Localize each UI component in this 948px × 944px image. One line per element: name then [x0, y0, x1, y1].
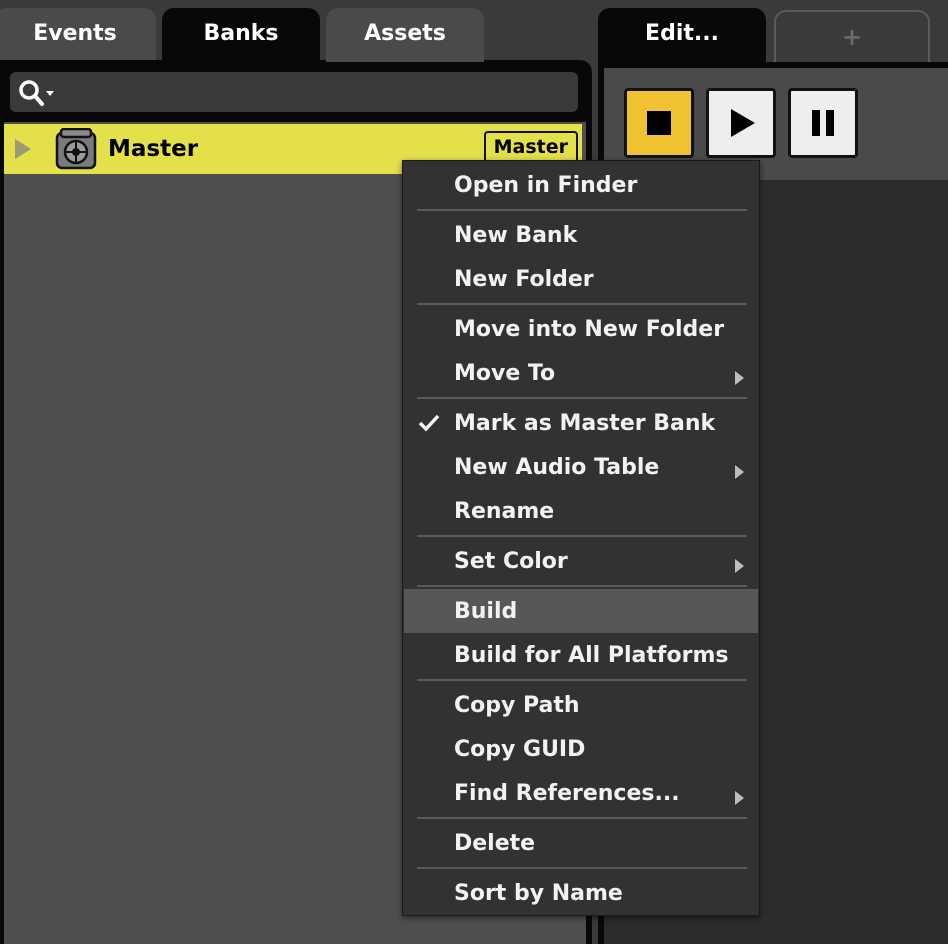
- pause-icon: [812, 110, 834, 136]
- submenu-arrow-icon: [735, 460, 744, 479]
- tab-editor[interactable]: Edit...: [598, 8, 766, 64]
- menu-item-copy-guid[interactable]: Copy GUID: [404, 727, 758, 771]
- menu-item-delete[interactable]: Delete: [404, 821, 758, 865]
- menu-item-label: Set Color: [454, 548, 568, 574]
- menu-item-label: Mark as Master Bank: [454, 410, 716, 436]
- menu-item-sort-by-name[interactable]: Sort by Name: [404, 871, 758, 915]
- submenu-arrow-icon: [735, 554, 744, 573]
- tab-assets[interactable]: Assets: [326, 8, 484, 62]
- menu-item-find-references[interactable]: Find References...: [404, 771, 758, 815]
- menu-item-new-folder[interactable]: New Folder: [404, 257, 758, 301]
- play-button[interactable]: [706, 88, 776, 158]
- search-icon[interactable]: [16, 78, 62, 108]
- menu-separator: [417, 535, 747, 537]
- bank-icon: [54, 127, 98, 170]
- stop-icon: [647, 111, 671, 135]
- menu-item-copy-path[interactable]: Copy Path: [404, 683, 758, 727]
- menu-separator: [417, 397, 747, 399]
- menu-separator: [417, 867, 747, 869]
- menu-item-label: New Audio Table: [454, 454, 660, 480]
- checkmark-icon: [418, 413, 440, 433]
- stop-button[interactable]: [624, 88, 694, 158]
- menu-item-set-color[interactable]: Set Color: [404, 539, 758, 583]
- menu-item-label: Move To: [454, 360, 556, 386]
- tab-events[interactable]: Events: [0, 8, 156, 62]
- menu-item-open-in-finder[interactable]: Open in Finder: [404, 163, 758, 207]
- menu-item-move-into-new-folder[interactable]: Move into New Folder: [404, 307, 758, 351]
- menu-item-build[interactable]: Build: [404, 589, 758, 633]
- master-bank-badge: Master: [483, 131, 578, 163]
- menu-separator: [417, 303, 747, 305]
- search-input[interactable]: [10, 72, 578, 112]
- menu-separator: [417, 585, 747, 587]
- submenu-arrow-icon: [735, 366, 744, 385]
- menu-separator: [417, 209, 747, 211]
- menu-item-move-to[interactable]: Move To: [404, 351, 758, 395]
- menu-item-mark-as-master-bank[interactable]: Mark as Master Bank: [404, 401, 758, 445]
- menu-separator: [417, 679, 747, 681]
- submenu-arrow-icon: [735, 786, 744, 805]
- menu-item-label: Find References...: [454, 780, 680, 806]
- expand-arrow-icon[interactable]: [14, 138, 32, 160]
- add-tab-button[interactable]: +: [774, 10, 930, 62]
- menu-separator: [417, 817, 747, 819]
- pause-button[interactable]: [788, 88, 858, 158]
- menu-item-build-for-all-platforms[interactable]: Build for All Platforms: [404, 633, 758, 677]
- menu-item-new-audio-table[interactable]: New Audio Table: [404, 445, 758, 489]
- tab-banks[interactable]: Banks: [162, 8, 320, 62]
- menu-item-new-bank[interactable]: New Bank: [404, 213, 758, 257]
- app-window: Events Banks Assets Master Master Edit..…: [0, 0, 948, 944]
- menu-item-rename[interactable]: Rename: [404, 489, 758, 533]
- play-icon: [731, 109, 755, 137]
- bank-name: Master: [108, 136, 199, 162]
- context-menu: Open in Finder New Bank New Folder Move …: [402, 160, 760, 916]
